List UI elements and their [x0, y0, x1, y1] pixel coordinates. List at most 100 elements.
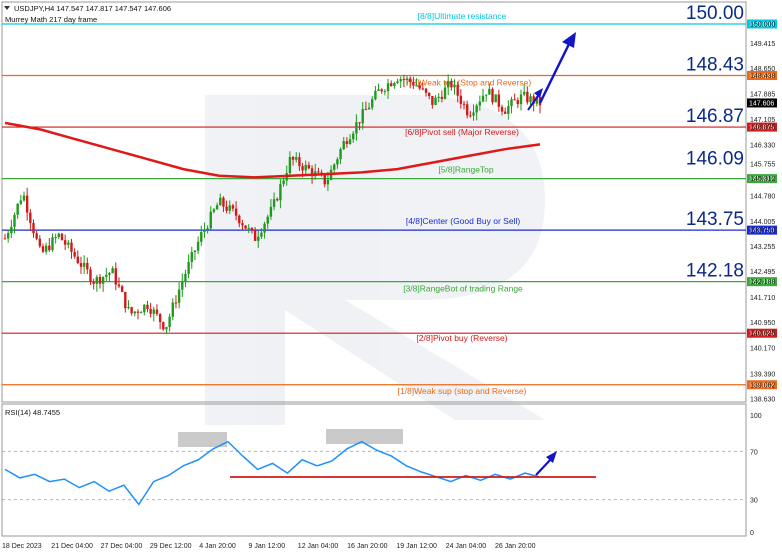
- candle-body: [152, 309, 155, 314]
- last-price-tag: 147.606: [747, 98, 777, 108]
- price-tick-label: 145.755: [750, 162, 775, 169]
- candle-body: [76, 256, 80, 264]
- x-tick-label: 29 Dec 12:00: [150, 543, 192, 550]
- candle-body: [120, 286, 124, 292]
- candle-body: [352, 133, 355, 140]
- candle-body: [117, 284, 121, 287]
- candle-body: [402, 79, 406, 81]
- candle-body: [19, 200, 23, 204]
- candle-body: [488, 88, 491, 95]
- candle-body: [295, 157, 298, 160]
- candle-body: [440, 96, 444, 99]
- candle-body: [333, 164, 336, 170]
- candle-body: [371, 99, 374, 108]
- candle-body: [345, 141, 349, 144]
- candle-body: [494, 94, 497, 103]
- rsi-label: RSI(14) 48.7455: [5, 408, 60, 417]
- candle-body: [149, 308, 152, 314]
- candle-body: [190, 252, 193, 262]
- candle-body: [193, 250, 197, 253]
- candle-body: [453, 84, 456, 88]
- candle-body: [342, 141, 345, 150]
- x-tick-label: 9 Jan 12:00: [249, 543, 286, 550]
- rsi-tick-label: 0: [750, 530, 754, 537]
- candle-body: [339, 149, 342, 160]
- candle-body: [57, 233, 61, 238]
- murrey-big-label: 143.75: [686, 209, 744, 230]
- candle-body: [304, 164, 307, 171]
- candle-body: [209, 211, 212, 229]
- candle-body: [522, 91, 526, 95]
- candle-body: [143, 304, 146, 313]
- candle-body: [418, 85, 421, 89]
- candle-body: [67, 242, 70, 245]
- candle-body: [253, 230, 257, 241]
- candle-body: [44, 245, 48, 252]
- candle-body: [450, 80, 453, 88]
- x-tick-label: 12 Jan 04:00: [298, 543, 339, 550]
- symbol-dropdown-icon[interactable]: [4, 6, 10, 10]
- candle-body: [70, 242, 73, 252]
- candle-body: [171, 302, 174, 317]
- price-tick-label: 140.625: [750, 331, 775, 338]
- candle-body: [95, 277, 99, 284]
- price-tick-label: 149.415: [750, 41, 775, 48]
- candle-body: [111, 268, 114, 274]
- candle-body: [269, 206, 273, 217]
- chart-svg: USDJPY,H4 147.547 147.817 147.547 147.60…: [1, 1, 777, 550]
- candle-body: [38, 238, 42, 247]
- price-tick-label: 144.005: [750, 219, 775, 226]
- candle-body: [443, 87, 447, 99]
- candle-body: [98, 277, 102, 284]
- candle-body: [459, 95, 463, 104]
- candle-body: [374, 90, 377, 100]
- candle-body: [250, 227, 254, 231]
- murrey-label: [2/8]Pivot buy (Reverse): [416, 333, 507, 343]
- candle-body: [146, 304, 149, 309]
- candle-body: [437, 96, 440, 98]
- price-tick-label: 142.188: [750, 279, 775, 286]
- candle-body: [529, 96, 532, 103]
- watermark-logo: [205, 95, 545, 425]
- candle-body: [181, 281, 184, 290]
- price-tick-label: 143.255: [750, 244, 775, 251]
- candle-body: [127, 307, 130, 309]
- murrey-label: [7/8]Weak top (Stop and Reverse): [403, 78, 532, 88]
- candle-body: [393, 83, 396, 87]
- murrey-big-label: 150.00: [686, 3, 744, 24]
- candle-body: [399, 79, 402, 82]
- candle-body: [228, 205, 231, 211]
- candle-body: [288, 157, 292, 174]
- candle-body: [82, 262, 86, 267]
- candle-body: [481, 95, 485, 102]
- candle-body: [3, 238, 7, 240]
- candle-body: [206, 228, 209, 230]
- candle-body: [162, 322, 165, 330]
- price-tick-label: 144.780: [750, 194, 775, 201]
- candle-body: [355, 122, 358, 134]
- candle-body: [114, 268, 117, 285]
- candle-body: [364, 109, 368, 111]
- candle-body: [475, 105, 478, 113]
- candle-body: [462, 103, 466, 105]
- x-tick-label: 18 Dec 2023: [2, 543, 42, 550]
- candle-body: [247, 227, 250, 229]
- murrey-label: [1/8]Weak sup (stop and Reverse): [398, 386, 527, 396]
- candle-body: [222, 197, 225, 207]
- x-tick-label: 26 Jan 20:00: [495, 543, 536, 550]
- candle-body: [291, 157, 295, 160]
- price-tick-label: 142.495: [750, 269, 775, 276]
- candle-body: [446, 80, 450, 88]
- candle-body: [409, 78, 412, 82]
- candle-body: [136, 311, 140, 313]
- candle-body: [41, 246, 45, 252]
- candle-body: [358, 122, 361, 124]
- candle-body: [196, 241, 200, 251]
- candle-body: [101, 276, 105, 284]
- candle-body: [203, 229, 206, 232]
- candle-body: [266, 216, 269, 224]
- candle-body: [13, 214, 16, 227]
- candle-body: [25, 195, 29, 213]
- candle-body: [219, 197, 222, 206]
- candle-body: [507, 106, 510, 114]
